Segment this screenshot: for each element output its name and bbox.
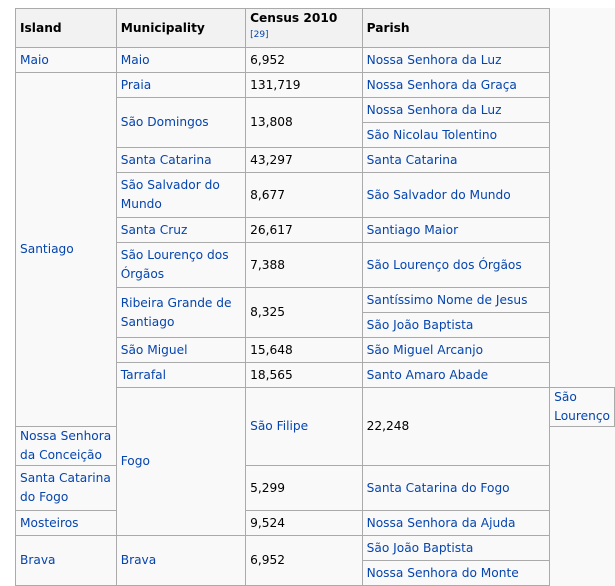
census-cell: 8,677 <box>245 172 363 218</box>
parish-link[interactable]: Nossa Senhora da Luz <box>367 53 502 67</box>
parish-link[interactable]: Nossa Senhora da Graça <box>367 78 517 92</box>
census-cell: 22,248 <box>361 387 551 466</box>
island-cell: Fogo <box>115 387 247 536</box>
parish-cell: Santiago Maior <box>361 217 551 243</box>
municipality-cell: São Miguel <box>115 337 247 363</box>
census-cell: 18,565 <box>245 362 363 388</box>
municipality-cell: São Salvador do Mundo <box>115 172 247 218</box>
municipality-link[interactable]: Tarrafal <box>121 368 166 382</box>
parish-cell: São Lourenço dos Órgãos <box>361 242 551 288</box>
island-cell: Maio <box>15 47 117 73</box>
parish-cell: Santo Amaro Abade <box>361 362 551 388</box>
municipality-link[interactable]: São Salvador do Mundo <box>121 178 220 211</box>
parish-link[interactable]: São Salvador do Mundo <box>367 188 511 202</box>
parish-cell: São João Baptista <box>361 312 551 338</box>
parish-link[interactable]: Santíssimo Nome de Jesus <box>367 293 528 307</box>
parish-link[interactable]: Santa Catarina do Fogo <box>367 481 510 495</box>
parish-link[interactable]: Nossa Senhora da Ajuda <box>367 516 516 530</box>
parish-link[interactable]: São João Baptista <box>367 541 474 555</box>
parish-cell: São João Baptista <box>361 535 551 561</box>
header-island[interactable]: Island <box>15 8 117 48</box>
table-row: Mosteiros 9,524 Nossa Senhora da Ajuda <box>15 510 615 536</box>
municipality-link[interactable]: Maio <box>121 53 150 67</box>
census-cell: 43,297 <box>245 147 363 173</box>
island-link-fogo[interactable]: Fogo <box>121 454 150 468</box>
header-parish[interactable]: Parish <box>361 8 551 48</box>
parish-cell: Nossa Senhora da Luz <box>361 47 551 73</box>
parish-link[interactable]: Nossa Senhora da Conceição <box>20 429 111 462</box>
municipality-cell: Tarrafal <box>115 362 247 388</box>
municipality-link[interactable]: Praia <box>121 78 151 92</box>
municipality-link[interactable]: Brava <box>121 553 157 567</box>
parish-link[interactable]: Santo Amaro Abade <box>367 368 489 382</box>
municipality-cell: Ribeira Grande de Santiago <box>115 287 247 338</box>
municipality-link[interactable]: Mosteiros <box>20 516 79 530</box>
municipality-cell: Maio <box>115 47 247 73</box>
municipality-link[interactable]: Santa Catarina do Fogo <box>20 471 111 504</box>
parish-link[interactable]: Santa Catarina <box>367 153 458 167</box>
census-cell: 26,617 <box>245 217 363 243</box>
municipalities-table: Island Municipality Census 2010 [29] Par… <box>15 8 615 586</box>
census-cell: 15,648 <box>245 337 363 363</box>
parish-cell: São Miguel Arcanjo <box>361 337 551 363</box>
island-link-maio[interactable]: Maio <box>20 53 49 67</box>
header-census[interactable]: Census 2010 [29] <box>245 8 363 48</box>
municipality-cell: Mosteiros <box>15 510 117 536</box>
municipality-link[interactable]: São Miguel <box>121 343 188 357</box>
table-row: Santiago Praia 131,719 Nossa Senhora da … <box>15 72 615 427</box>
header-census-label: Census 2010 <box>250 11 338 25</box>
island-cell: Brava <box>15 535 117 586</box>
parish-link[interactable]: Nossa Senhora do Monte <box>367 566 519 580</box>
table-row: Brava Brava 6,952 São João Baptista <box>15 535 615 586</box>
municipality-link[interactable]: Ribeira Grande de Santiago <box>121 296 232 329</box>
census-cell: 6,952 <box>245 47 363 73</box>
parish-cell: Santa Catarina do Fogo <box>361 465 551 511</box>
island-link-santiago[interactable]: Santiago <box>20 242 74 256</box>
parish-link[interactable]: São João Baptista <box>367 318 474 332</box>
municipality-cell: Brava <box>115 535 247 586</box>
parish-cell: São Salvador do Mundo <box>361 172 551 218</box>
table-row: Maio Maio 6,952 Nossa Senhora da Luz <box>15 47 615 73</box>
parish-link[interactable]: Santiago Maior <box>367 223 458 237</box>
parish-link[interactable]: São Nicolau Tolentino <box>367 128 497 142</box>
parish-cell: Santíssimo Nome de Jesus <box>361 287 551 313</box>
census-cell: 6,952 <box>245 535 363 586</box>
municipality-cell: Santa Cruz <box>115 217 247 243</box>
parish-cell: Nossa Senhora da Luz <box>361 97 551 123</box>
header-row: Island Municipality Census 2010 [29] Par… <box>15 8 615 48</box>
municipality-cell: Praia <box>115 72 247 98</box>
municipality-link[interactable]: São Domingos <box>121 115 209 129</box>
parish-link[interactable]: São Lourenço <box>554 390 610 423</box>
census-cell: 131,719 <box>245 72 363 98</box>
municipality-cell: São Filipe <box>245 387 363 466</box>
census-cell: 7,388 <box>245 242 363 288</box>
census-reference-link[interactable]: [29] <box>250 30 268 40</box>
parish-cell: Nossa Senhora da Ajuda <box>361 510 551 536</box>
municipality-link[interactable]: São Lourenço dos Órgãos <box>121 248 229 281</box>
parish-link[interactable]: São Lourenço dos Órgãos <box>367 258 522 272</box>
municipality-cell: São Lourenço dos Órgãos <box>115 242 247 288</box>
census-cell: 9,524 <box>245 510 363 536</box>
table-row: Santa Catarina do Fogo 5,299 Santa Catar… <box>15 465 615 511</box>
parish-cell: São Lourenço <box>549 387 615 427</box>
census-cell: 13,808 <box>245 97 363 148</box>
census-cell: 8,325 <box>245 287 363 338</box>
parish-link[interactable]: São Miguel Arcanjo <box>367 343 483 357</box>
parish-cell: Nossa Senhora do Monte <box>361 560 551 586</box>
parish-link[interactable]: Nossa Senhora da Luz <box>367 103 502 117</box>
census-cell: 5,299 <box>245 465 363 511</box>
island-cell: Santiago <box>15 72 117 427</box>
municipality-link[interactable]: Santa Catarina <box>121 153 212 167</box>
parish-cell: Nossa Senhora da Conceição <box>15 426 117 466</box>
parish-cell: Nossa Senhora da Graça <box>361 72 551 98</box>
header-municipality[interactable]: Municipality <box>115 8 247 48</box>
parish-cell: Santa Catarina <box>361 147 551 173</box>
municipality-link[interactable]: São Filipe <box>250 419 308 433</box>
municipality-cell: Santa Catarina do Fogo <box>15 465 117 511</box>
municipality-link[interactable]: Santa Cruz <box>121 223 188 237</box>
island-link-brava[interactable]: Brava <box>20 553 56 567</box>
parish-cell: São Nicolau Tolentino <box>361 122 551 148</box>
municipality-cell: Santa Catarina <box>115 147 247 173</box>
municipality-cell: São Domingos <box>115 97 247 148</box>
